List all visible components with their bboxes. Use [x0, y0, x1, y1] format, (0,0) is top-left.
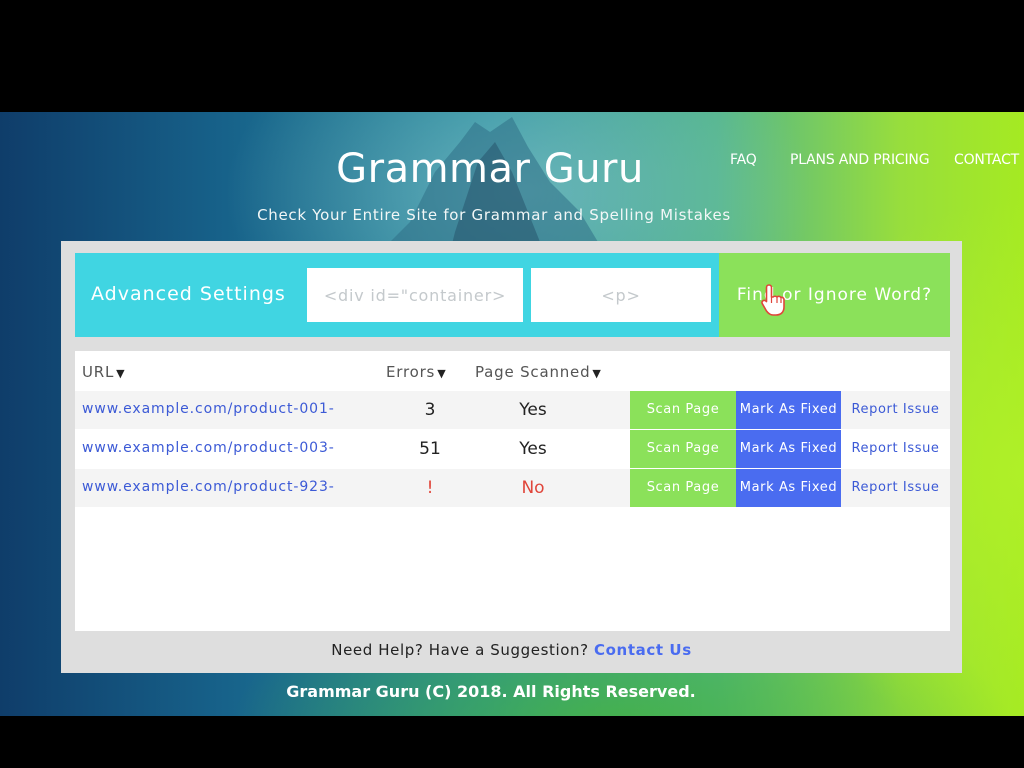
contact-us-link[interactable]: Contact Us — [594, 641, 692, 659]
mark-as-fixed-button[interactable]: Mark As Fixed — [736, 469, 841, 507]
report-issue-link[interactable]: Report Issue — [841, 430, 950, 468]
row-page-scanned: Yes — [519, 439, 547, 459]
mark-as-fixed-button[interactable]: Mark As Fixed — [736, 430, 841, 468]
column-header-errors-label: Errors — [386, 363, 436, 381]
table-row: www.example.com/product-003- 51 Yes Scan… — [75, 430, 950, 468]
row-page-scanned: No — [521, 478, 545, 498]
results-table: URL ▼ Errors ▼ Page Scanned ▼ www.example.c… — [75, 351, 950, 631]
advanced-settings-bar: Advanced Settings — [75, 253, 719, 337]
find-or-ignore-word-button[interactable]: Find or Ignore Word? — [719, 253, 950, 337]
row-url-link[interactable]: www.example.com/product-003- — [82, 440, 335, 456]
nav-contact[interactable]: CONTACT — [954, 152, 1019, 168]
help-text: Need Help? Have a Suggestion? — [331, 641, 595, 659]
report-issue-link[interactable]: Report Issue — [841, 469, 950, 507]
row-url-link[interactable]: www.example.com/product-001- — [82, 401, 335, 417]
column-header-url[interactable]: URL ▼ — [82, 363, 125, 381]
table-row: www.example.com/product-923- ! No Scan P… — [75, 469, 950, 507]
report-issue-link[interactable]: Report Issue — [841, 391, 950, 429]
row-error-count: 3 — [424, 400, 436, 420]
mark-as-fixed-button[interactable]: Mark As Fixed — [736, 391, 841, 429]
help-line: Need Help? Have a Suggestion? Contact Us — [61, 641, 962, 659]
table-row: www.example.com/product-001- 3 Yes Scan … — [75, 391, 950, 429]
row-error-alert: ! — [426, 478, 434, 498]
row-error-count: 51 — [419, 439, 441, 459]
row-url-link[interactable]: www.example.com/product-923- — [82, 479, 335, 495]
advanced-settings-title: Advanced Settings — [91, 283, 286, 305]
hand-pointer-icon — [761, 284, 785, 316]
scan-page-button[interactable]: Scan Page — [630, 469, 736, 507]
main-card: Advanced Settings Find or Ignore Word? U… — [61, 241, 962, 673]
tagline: Check Your Entire Site for Grammar and S… — [257, 206, 731, 224]
sort-down-icon: ▼ — [437, 367, 447, 380]
sort-down-icon: ▼ — [592, 367, 602, 380]
column-header-errors[interactable]: Errors ▼ — [386, 363, 446, 381]
sort-down-icon: ▼ — [116, 367, 126, 380]
row-page-scanned: Yes — [519, 400, 547, 420]
column-header-page-scanned-label: Page Scanned — [475, 363, 591, 381]
nav-faq[interactable]: FAQ — [730, 152, 757, 168]
footer-copyright: Grammar Guru (C) 2018. All Rights Reserv… — [286, 682, 696, 701]
scan-page-button[interactable]: Scan Page — [630, 430, 736, 468]
column-header-page-scanned[interactable]: Page Scanned ▼ — [475, 363, 602, 381]
scan-page-button[interactable]: Scan Page — [630, 391, 736, 429]
column-header-url-label: URL — [82, 363, 115, 381]
nav-plans-and-pricing[interactable]: PLANS AND PRICING — [790, 152, 930, 168]
container-selector-input[interactable] — [307, 268, 523, 322]
tag-selector-input[interactable] — [531, 268, 711, 322]
